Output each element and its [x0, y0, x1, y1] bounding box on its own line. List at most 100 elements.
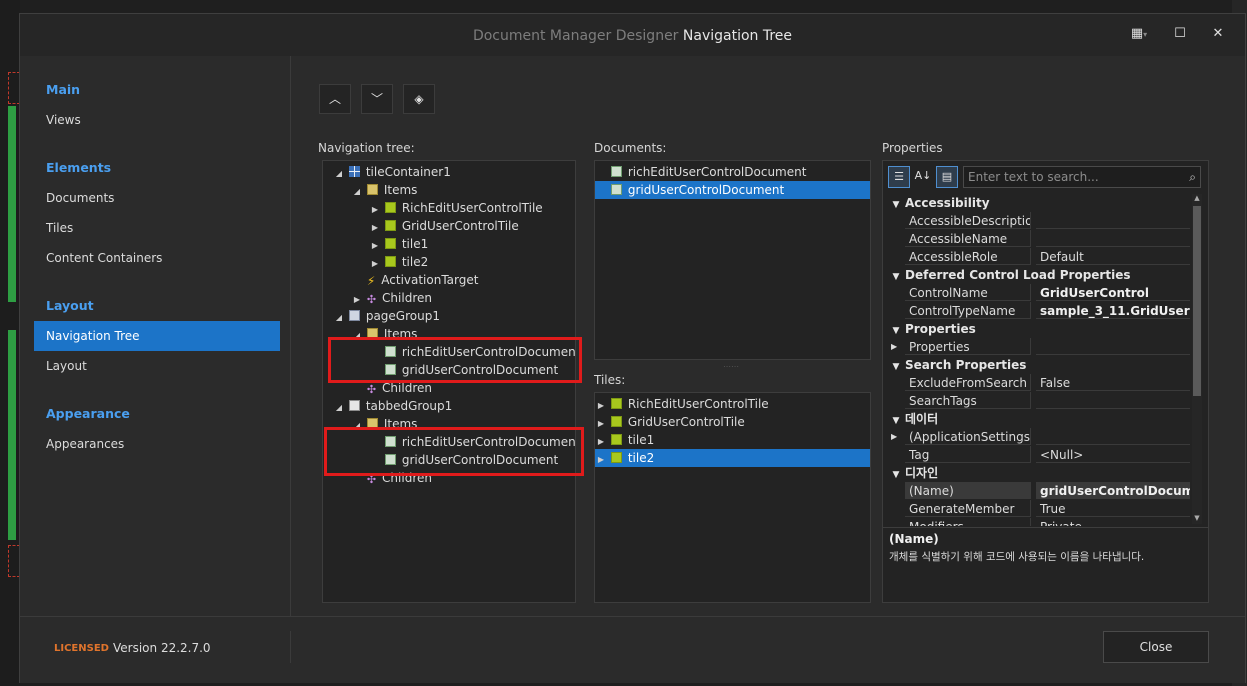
property-row[interactable]: ExcludeFromSearch False: [887, 374, 1190, 392]
scroll-up-icon[interactable]: ▲: [1192, 194, 1202, 202]
sidebar-item-views[interactable]: Views: [34, 105, 280, 135]
property-scrollbar[interactable]: ▲ ▼: [1192, 194, 1202, 524]
property-row[interactable]: ControlTypeName sample_3_11.GridUserCo: [887, 302, 1190, 320]
property-row[interactable]: SearchTags: [887, 392, 1190, 410]
sidebar-item-content-containers[interactable]: Content Containers: [34, 243, 280, 273]
property-category[interactable]: ▼ 디자인: [887, 464, 1187, 482]
tree-node[interactable]: ◢ pageGroup1: [333, 307, 440, 325]
close-button[interactable]: Close: [1103, 631, 1209, 663]
splitter-handle[interactable]: ⋯⋯: [723, 362, 739, 371]
expand-icon[interactable]: ▶: [891, 428, 897, 446]
sidebar-group-layout: Layout: [46, 298, 94, 313]
footer: LICENSED Version 22.2.7.0 Close: [20, 616, 1245, 683]
property-row[interactable]: ControlName GridUserControl: [887, 284, 1190, 302]
scroll-down-icon[interactable]: ▼: [1192, 514, 1202, 522]
tree-node-label: RichEditUserControlTile: [401, 201, 543, 215]
property-value[interactable]: [1036, 392, 1190, 409]
property-row[interactable]: Tag <Null>: [887, 446, 1190, 464]
alphabetical-button[interactable]: A↓: [912, 166, 934, 188]
property-name: AccessibleName: [905, 230, 1031, 247]
maximize-button[interactable]: ☐: [1168, 26, 1192, 46]
move-up-button[interactable]: ︿: [319, 84, 351, 114]
sidebar-item-layout[interactable]: Layout: [34, 351, 280, 381]
sidebar-item-navigation-tree[interactable]: Navigation Tree: [34, 321, 280, 351]
property-name: SearchTags: [905, 392, 1031, 409]
sidebar: Main Views Elements Documents Tiles Cont…: [20, 56, 291, 616]
sidebar-group-elements: Elements: [46, 160, 112, 175]
tile-container-icon: [348, 166, 360, 177]
property-category[interactable]: ▼ Deferred Control Load Properties: [887, 266, 1187, 284]
property-value[interactable]: [1036, 212, 1190, 229]
list-item-selected[interactable]: ▶ tile2: [595, 449, 870, 467]
property-name: Modifiers: [905, 518, 1031, 526]
property-value[interactable]: gridUserControlDocumen: [1036, 482, 1190, 499]
tree-node[interactable]: ◢ Items: [351, 181, 417, 199]
clear-button[interactable]: ◈: [403, 84, 435, 114]
title-main: Navigation Tree: [682, 28, 793, 44]
property-row[interactable]: ▶ (ApplicationSettings): [887, 428, 1190, 446]
expand-icon[interactable]: ▶: [891, 338, 897, 356]
lightning-icon: ⚡: [366, 274, 376, 288]
sidebar-item-documents[interactable]: Documents: [34, 183, 280, 213]
list-item[interactable]: ▶ tile1: [595, 431, 870, 449]
grid-icon: ▦: [1130, 26, 1144, 41]
documents-list[interactable]: richEditUserControlDocument gridUserCont…: [594, 160, 871, 360]
collapse-icon[interactable]: ◢: [333, 399, 345, 417]
navigation-tree-page: ︿ ﹀ ◈ Navigation tree: ◢ tileContainer1 …: [291, 56, 1245, 616]
property-row[interactable]: Modifiers Private: [887, 518, 1189, 526]
sort-az-icon: A↓: [914, 169, 932, 182]
list-item[interactable]: ▶ RichEditUserControlTile: [595, 395, 870, 413]
property-search-input[interactable]: Enter text to search... ⌕: [963, 166, 1201, 188]
navigation-tree-label: Navigation tree:: [318, 141, 415, 155]
sidebar-group-main: Main: [46, 82, 81, 97]
property-value[interactable]: Default: [1036, 248, 1190, 265]
tree-node-label: ActivationTarget: [381, 273, 479, 287]
tree-node[interactable]: ▶ tile2: [369, 253, 428, 271]
tree-node[interactable]: ◢ tileContainer1: [333, 163, 451, 181]
tiles-list[interactable]: ▶ RichEditUserControlTile ▶ GridUserCont…: [594, 392, 871, 603]
property-category[interactable]: ▼ Search Properties: [887, 356, 1187, 374]
property-value[interactable]: False: [1036, 374, 1190, 391]
move-down-button[interactable]: ﹀: [361, 84, 393, 114]
property-value[interactable]: GridUserControl: [1036, 284, 1190, 301]
property-value[interactable]: [1036, 428, 1190, 445]
layout-options-button[interactable]: ▦▾: [1122, 26, 1156, 46]
property-value[interactable]: sample_3_11.GridUserCo: [1036, 302, 1190, 319]
tree-node[interactable]: ⚡ ActivationTarget: [351, 271, 479, 289]
categorized-button[interactable]: ☰: [888, 166, 910, 188]
collapse-icon[interactable]: ◢: [351, 183, 363, 201]
tree-node[interactable]: ▶ ✣ Children: [351, 289, 432, 307]
property-category[interactable]: ▼ Properties: [887, 320, 1187, 338]
expand-icon[interactable]: ▶: [595, 451, 607, 469]
property-row[interactable]: GenerateMember True: [887, 500, 1190, 518]
property-category[interactable]: ▼ Accessibility: [887, 194, 1187, 212]
property-value[interactable]: Private: [1036, 518, 1189, 526]
tree-node[interactable]: ◢ tabbedGroup1: [333, 397, 452, 415]
property-value[interactable]: True: [1036, 500, 1190, 517]
property-row[interactable]: AccessibleName: [887, 230, 1190, 248]
property-row-selected[interactable]: (Name) gridUserControlDocumen: [887, 482, 1190, 500]
property-name: (Name): [905, 482, 1031, 499]
property-row[interactable]: AccessibleDescription: [887, 212, 1190, 230]
close-window-button[interactable]: ✕: [1206, 26, 1230, 46]
chevron-up-icon: ︿: [328, 92, 341, 106]
collapse-icon[interactable]: ◢: [333, 165, 345, 183]
property-category[interactable]: ▼ 데이터: [887, 410, 1187, 428]
property-row[interactable]: AccessibleRole Default: [887, 248, 1190, 266]
tree-node[interactable]: ▶ GridUserControlTile: [369, 217, 519, 235]
collapse-icon[interactable]: ◢: [333, 309, 345, 327]
property-value[interactable]: [1036, 230, 1190, 247]
tree-node[interactable]: ▶ tile1: [369, 235, 428, 253]
property-value[interactable]: <Null>: [1036, 446, 1190, 463]
tile-icon: [384, 202, 396, 213]
scrollbar-thumb[interactable]: [1193, 206, 1201, 396]
tree-node[interactable]: ▶ RichEditUserControlTile: [369, 199, 543, 217]
sidebar-item-appearances[interactable]: Appearances: [34, 429, 280, 459]
list-item[interactable]: richEditUserControlDocument: [595, 163, 870, 181]
property-pages-button[interactable]: ▤: [936, 166, 958, 188]
property-value[interactable]: [1036, 338, 1190, 355]
list-item-selected[interactable]: gridUserControlDocument: [595, 181, 870, 199]
property-row[interactable]: ▶ Properties: [887, 338, 1190, 356]
sidebar-item-tiles[interactable]: Tiles: [34, 213, 280, 243]
list-item[interactable]: ▶ GridUserControlTile: [595, 413, 870, 431]
